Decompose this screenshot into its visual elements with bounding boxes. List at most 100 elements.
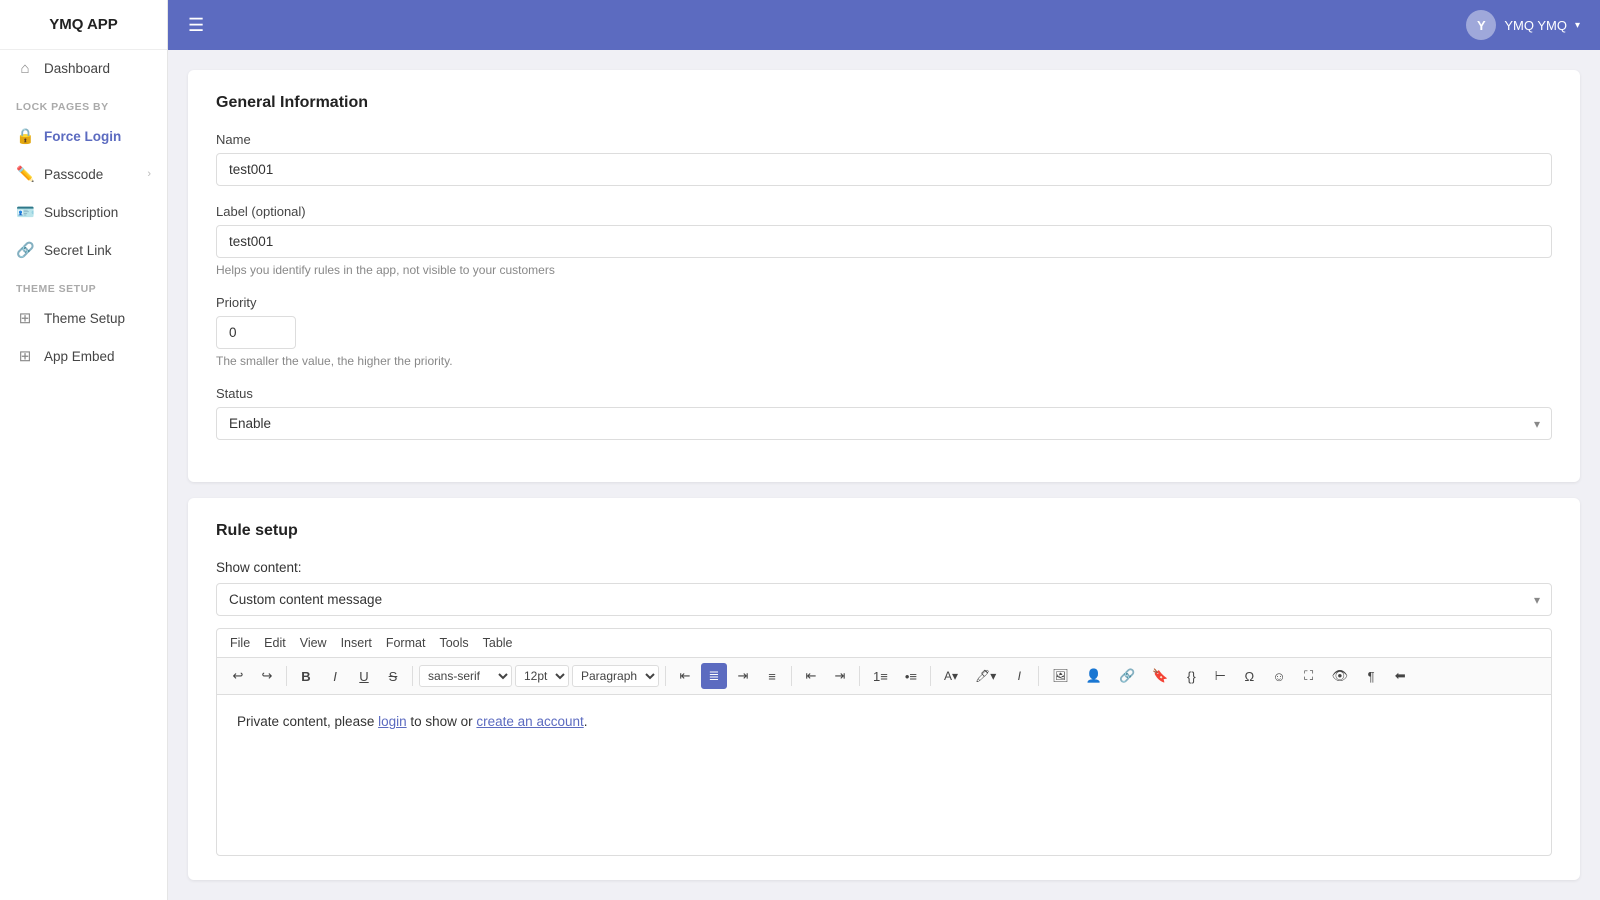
priority-field-group: Priority The smaller the value, the high…	[216, 295, 1552, 368]
editor-menu-view[interactable]: View	[295, 633, 332, 653]
theme-setup-section-label: THEME SETUP	[0, 269, 167, 299]
name-input[interactable]	[216, 153, 1552, 186]
align-right-button[interactable]: ⇥	[730, 663, 756, 689]
code-button[interactable]: {}	[1178, 663, 1204, 689]
embed-icon: ⊞	[16, 347, 34, 365]
image-button[interactable]: 🖼	[1045, 663, 1076, 689]
bold-button[interactable]: B	[293, 663, 319, 689]
status-field-group: Status Enable Disable ▾	[216, 386, 1552, 440]
toolbar-sep-3	[665, 666, 666, 686]
editor-menu-file[interactable]: File	[225, 633, 255, 653]
label-input[interactable]	[216, 225, 1552, 258]
editor-menu-edit[interactable]: Edit	[259, 633, 291, 653]
show-content-select[interactable]: Custom content message Default message	[216, 583, 1552, 616]
sidebar-item-force-login[interactable]: 🔒 Force Login	[0, 117, 167, 155]
sidebar-item-dashboard[interactable]: ⌂ Dashboard	[0, 50, 167, 87]
avatar: Y	[1466, 10, 1496, 40]
label-hint: Helps you identify rules in the app, not…	[216, 263, 1552, 277]
chevron-right-icon: ›	[147, 168, 151, 180]
ordered-list-button[interactable]: 1≡	[866, 663, 895, 689]
italic-button[interactable]: I	[322, 663, 348, 689]
sidebar-item-subscription-label: Subscription	[44, 205, 118, 220]
topbar: ☰ Y YMQ YMQ ▾	[168, 0, 1600, 50]
editor-login-link[interactable]: login	[378, 714, 407, 729]
status-label: Status	[216, 386, 1552, 401]
paragraph-style-select[interactable]: Paragraph Heading 1 Heading 2	[572, 665, 659, 687]
rich-text-editor: File Edit View Insert Format Tools Table…	[216, 628, 1552, 856]
sidebar-item-secret-link-label: Secret Link	[44, 243, 112, 258]
editor-create-account-link[interactable]: create an account	[476, 714, 583, 729]
bookmark-button[interactable]: 🔖	[1145, 663, 1175, 689]
outdent-button[interactable]: ⇤	[798, 663, 824, 689]
align-justify-button[interactable]: ≡	[759, 663, 785, 689]
show-content-label: Show content:	[216, 560, 1552, 575]
name-field-group: Name	[216, 132, 1552, 186]
home-icon: ⌂	[16, 60, 34, 77]
sidebar-item-theme-setup[interactable]: ⊞ Theme Setup	[0, 299, 167, 337]
editor-format-toolbar: ↩ ↪ B I U S sans-serif serif monospace	[217, 658, 1551, 695]
redo-button[interactable]: ↪	[254, 663, 280, 689]
show-content-select-wrapper: Custom content message Default message ▾	[216, 583, 1552, 616]
omega-button[interactable]: Ω	[1236, 663, 1262, 689]
toolbar-sep-5	[859, 666, 860, 686]
editor-menu-insert[interactable]: Insert	[336, 633, 377, 653]
toolbar-sep-7	[1038, 666, 1039, 686]
app-logo: YMQ APP	[0, 0, 167, 50]
link-button[interactable]: 🔗	[1112, 663, 1142, 689]
username-label: YMQ YMQ	[1504, 18, 1567, 33]
lock-icon: 🔒	[16, 127, 34, 145]
editor-menu-tools[interactable]: Tools	[434, 633, 473, 653]
priority-label: Priority	[216, 295, 1552, 310]
editor-menu-table[interactable]: Table	[478, 633, 518, 653]
rtl-button[interactable]: ⬅	[1387, 663, 1413, 689]
sidebar: YMQ APP ⌂ Dashboard LOCK PAGES BY 🔒 Forc…	[0, 0, 168, 900]
editor-content-area[interactable]: Private content, please login to show or…	[217, 695, 1551, 855]
status-select[interactable]: Enable Disable	[216, 407, 1552, 440]
sidebar-item-app-embed[interactable]: ⊞ App Embed	[0, 337, 167, 375]
hr-button[interactable]: ⊢	[1207, 663, 1233, 689]
font-size-select[interactable]: 12pt 14pt 16pt	[515, 665, 569, 687]
preview-button[interactable]: 👁	[1325, 663, 1356, 689]
show-blocks-button[interactable]: ¶	[1358, 663, 1384, 689]
align-center-button[interactable]: ≣	[701, 663, 727, 689]
italic2-button[interactable]: I	[1006, 663, 1032, 689]
editor-menu-bar: File Edit View Insert Format Tools Table	[217, 629, 1551, 658]
priority-hint: The smaller the value, the higher the pr…	[216, 354, 1552, 368]
font-family-select[interactable]: sans-serif serif monospace	[419, 665, 512, 687]
main-content: ☰ Y YMQ YMQ ▾ General Information Name L…	[168, 0, 1600, 900]
page-content: General Information Name Label (optional…	[168, 50, 1600, 900]
sidebar-item-secret-link[interactable]: 🔗 Secret Link	[0, 231, 167, 269]
toolbar-sep-1	[286, 666, 287, 686]
sidebar-item-subscription[interactable]: 🪪 Subscription	[0, 193, 167, 231]
editor-text-before: Private content, please	[237, 714, 378, 729]
unordered-list-button[interactable]: •≡	[898, 663, 924, 689]
sidebar-item-dashboard-label: Dashboard	[44, 61, 110, 76]
label-label: Label (optional)	[216, 204, 1552, 219]
sidebar-item-passcode[interactable]: ✏️ Passcode ›	[0, 155, 167, 193]
menu-toggle-button[interactable]: ☰	[188, 15, 204, 36]
chevron-down-icon: ▾	[1575, 20, 1580, 31]
name-label: Name	[216, 132, 1552, 147]
person-button[interactable]: 👤	[1079, 663, 1109, 689]
highlight-button[interactable]: 🖊▾	[968, 663, 1003, 689]
align-left-button[interactable]: ⇤	[672, 663, 698, 689]
font-color-button[interactable]: A▾	[937, 663, 965, 689]
undo-button[interactable]: ↩	[225, 663, 251, 689]
fullscreen-button[interactable]: ⛶	[1296, 663, 1322, 689]
subscription-icon: 🪪	[16, 203, 34, 221]
toolbar-sep-4	[791, 666, 792, 686]
strikethrough-button[interactable]: S	[380, 663, 406, 689]
sidebar-item-passcode-label: Passcode	[44, 167, 103, 182]
sidebar-item-theme-setup-label: Theme Setup	[44, 311, 125, 326]
indent-button[interactable]: ⇥	[827, 663, 853, 689]
editor-menu-format[interactable]: Format	[381, 633, 431, 653]
general-info-card: General Information Name Label (optional…	[188, 70, 1580, 482]
theme-icon: ⊞	[16, 309, 34, 327]
rule-setup-title: Rule setup	[216, 522, 1552, 540]
user-menu[interactable]: Y YMQ YMQ ▾	[1466, 10, 1580, 40]
underline-button[interactable]: U	[351, 663, 377, 689]
toolbar-sep-2	[412, 666, 413, 686]
toolbar-sep-6	[930, 666, 931, 686]
emoji-button[interactable]: ☺	[1265, 663, 1292, 689]
priority-input[interactable]	[216, 316, 296, 349]
